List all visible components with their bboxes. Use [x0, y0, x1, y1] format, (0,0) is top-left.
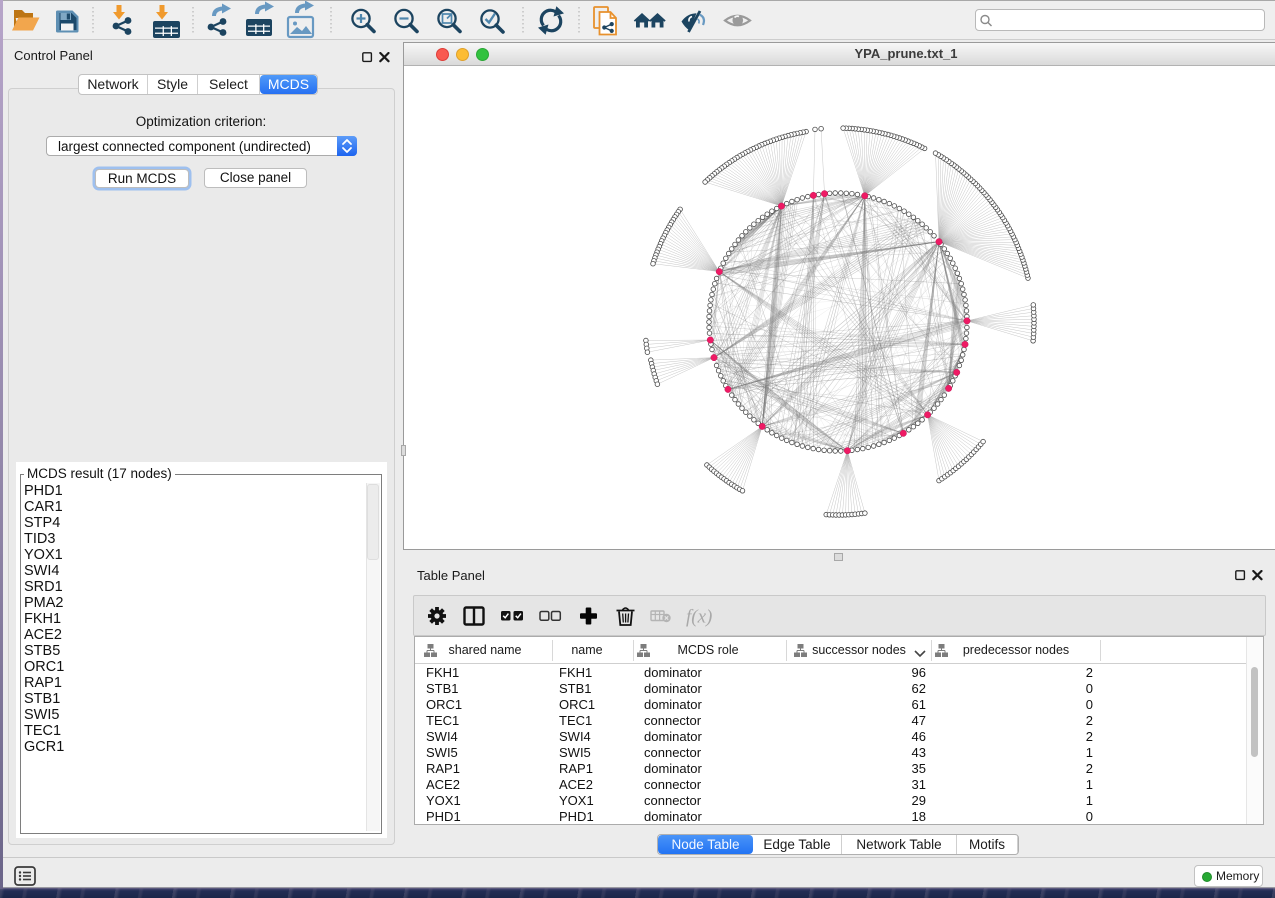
svg-text:f(x): f(x) — [686, 607, 712, 628]
